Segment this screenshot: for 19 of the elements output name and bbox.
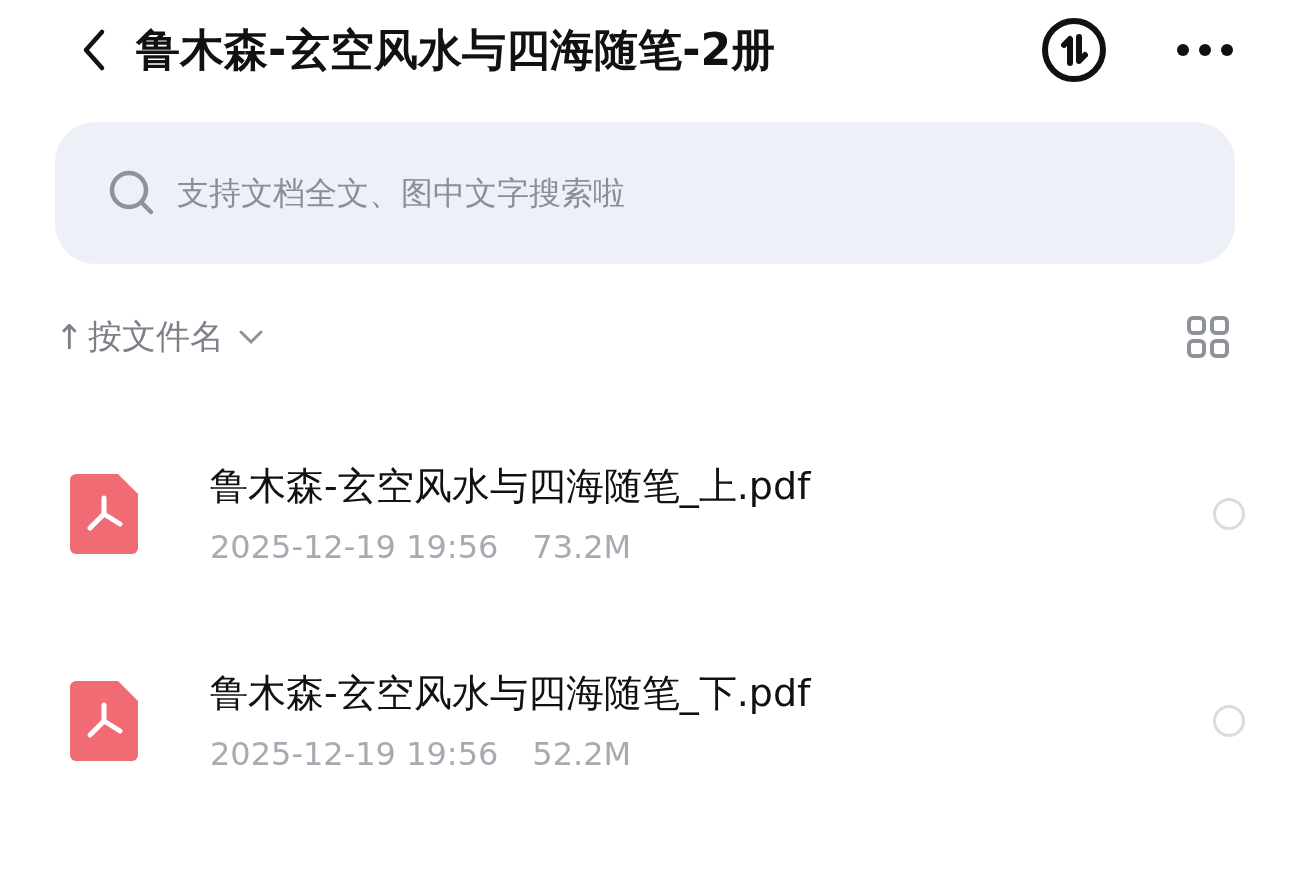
more-icon[interactable]: [1175, 43, 1235, 57]
grid-view-icon[interactable]: [1186, 315, 1230, 359]
select-radio[interactable]: [1213, 704, 1245, 737]
file-row[interactable]: 鲁木森-玄空风水与四海随笔_下.pdf 2025-12-19 19:56 52.2M: [0, 617, 1290, 824]
file-date: 2025-12-19 19:56: [210, 735, 499, 773]
search-field[interactable]: 支持文档全文、图中文字搜索啦: [55, 122, 1235, 264]
sort-order-icon[interactable]: [1039, 15, 1109, 85]
file-name: 鲁木森-玄空风水与四海随笔_上.pdf: [210, 463, 812, 510]
pdf-file-icon: [70, 680, 138, 761]
chevron-down-icon: [237, 329, 264, 345]
file-size: 52.2M: [532, 735, 632, 773]
select-radio[interactable]: [1213, 497, 1245, 530]
pdf-file-icon: [70, 473, 138, 554]
file-size: 73.2M: [532, 528, 632, 566]
sort-by-name-dropdown[interactable]: ↑按文件名: [55, 314, 264, 360]
page-title: 鲁木森-玄空风水与四海随笔-2册: [136, 22, 776, 77]
file-name: 鲁木森-玄空风水与四海随笔_下.pdf: [210, 670, 812, 717]
file-row[interactable]: 鲁木森-玄空风水与四海随笔_上.pdf 2025-12-19 19:56 73.2M: [0, 410, 1290, 617]
file-date: 2025-12-19 19:56: [210, 528, 499, 566]
